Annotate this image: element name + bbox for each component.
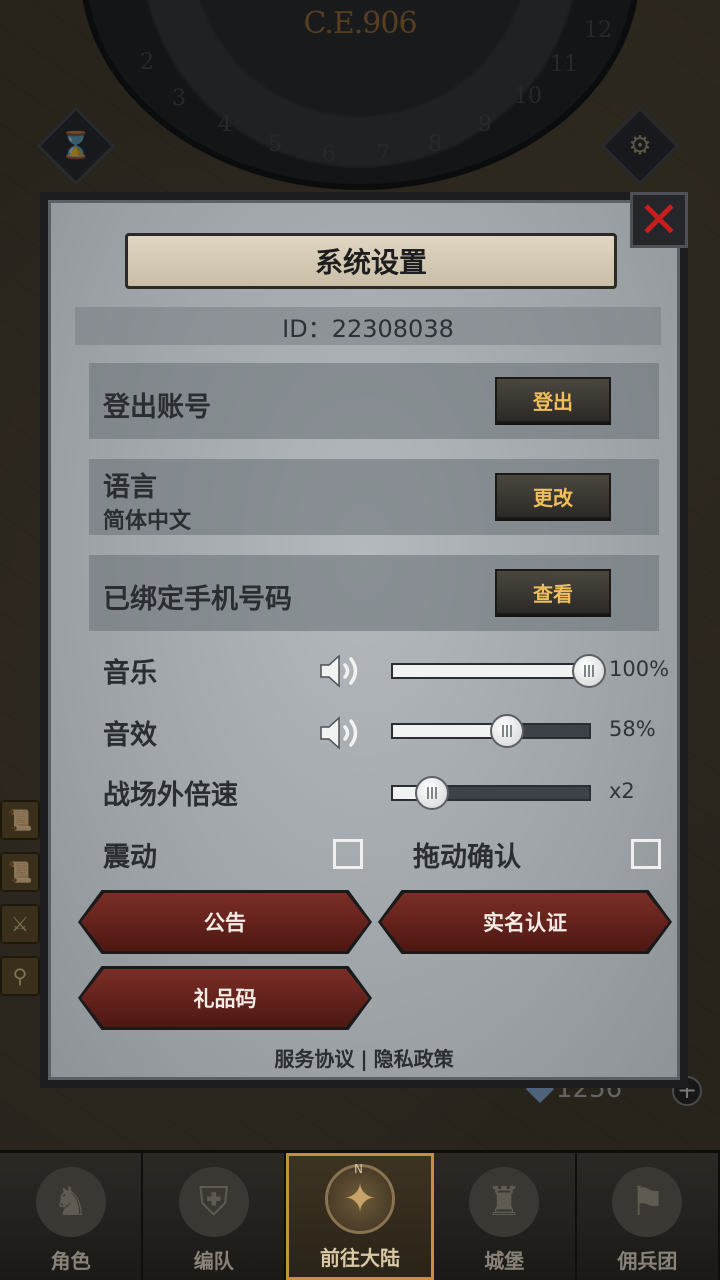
gift-code-button[interactable]: 礼品码 — [78, 966, 372, 1030]
mercenary-icon: ⚑ — [612, 1167, 683, 1237]
drag-confirm-label: 拖动确认 — [413, 842, 521, 873]
phone-label: 已绑定手机号码 — [103, 584, 292, 615]
music-slider[interactable] — [391, 654, 606, 688]
view-phone-button[interactable]: 查看 — [495, 569, 611, 615]
compass-north-label: N — [354, 1162, 363, 1176]
gift-code-label: 礼品码 — [193, 987, 257, 1011]
nav-item-mercenary[interactable]: ⚑ 佣兵团 — [577, 1153, 720, 1280]
bottom-navigation: ♞ 角色 ⛨ 编队 N ✦ 前往大陆 ♜ 城堡 ⚑ 佣兵团 — [0, 1150, 720, 1280]
sfx-value: 58% — [609, 717, 656, 741]
real-name-verify-label: 实名认证 — [483, 911, 567, 935]
music-slider-knob[interactable] — [572, 654, 606, 688]
speed-slider-knob[interactable] — [415, 776, 450, 810]
link-separator: | — [360, 1047, 368, 1071]
title-banner: 系统设置 — [125, 233, 617, 289]
knight-icon: ♞ — [35, 1167, 106, 1237]
dialog-title: 系统设置 — [314, 246, 427, 279]
privacy-policy-link[interactable]: 隐私政策 — [374, 1047, 454, 1071]
logout-row: 登出账号 登出 — [89, 363, 659, 439]
sfx-label: 音效 — [103, 720, 157, 751]
nav-item-character[interactable]: ♞ 角色 — [0, 1153, 144, 1280]
close-button[interactable]: ✕ — [630, 192, 688, 248]
logout-label: 登出账号 — [103, 392, 211, 423]
speaker-icon[interactable] — [317, 651, 365, 691]
settings-dialog: 系统设置 ID：22308038 登出账号 登出 语言 简体中文 更改 已绑定手… — [40, 192, 688, 1088]
music-label: 音乐 — [103, 658, 157, 689]
music-slider-fill — [393, 665, 589, 677]
change-language-button[interactable]: 更改 — [495, 473, 611, 519]
language-value: 简体中文 — [103, 509, 192, 534]
nav-label: 佣兵团 — [617, 1249, 678, 1273]
language-label: 语言 — [103, 472, 157, 503]
terms-of-service-link[interactable]: 服务协议 — [274, 1047, 354, 1071]
sfx-slider[interactable] — [391, 714, 591, 748]
speed-slider[interactable] — [391, 776, 591, 810]
nav-label: 角色 — [50, 1249, 91, 1273]
vibration-label: 震动 — [103, 842, 157, 873]
music-value: 100% — [609, 657, 670, 681]
nav-item-continent[interactable]: N ✦ 前往大陆 — [286, 1153, 434, 1280]
announcement-button[interactable]: 公告 — [78, 890, 372, 954]
legal-links: 服务协议 | 隐私政策 — [51, 1043, 677, 1072]
language-row: 语言 简体中文 更改 — [89, 459, 659, 535]
vibration-checkbox[interactable] — [333, 839, 363, 869]
nav-label: 城堡 — [484, 1249, 525, 1273]
phone-row: 已绑定手机号码 查看 — [89, 555, 659, 631]
speed-value: x2 — [609, 779, 635, 803]
nav-item-castle[interactable]: ♜ 城堡 — [434, 1153, 577, 1280]
sfx-slider-knob[interactable] — [489, 714, 524, 748]
nav-label: 编队 — [193, 1249, 234, 1273]
nav-item-formation[interactable]: ⛨ 编队 — [143, 1153, 287, 1280]
logout-button[interactable]: 登出 — [495, 377, 611, 423]
player-id-bar: ID：22308038 — [75, 307, 661, 345]
close-icon: ✕ — [638, 191, 680, 249]
real-name-verify-button[interactable]: 实名认证 — [378, 890, 672, 954]
settings-panel: 系统设置 ID：22308038 登出账号 登出 语言 简体中文 更改 已绑定手… — [48, 200, 680, 1080]
speaker-icon[interactable] — [317, 713, 365, 753]
announcement-label: 公告 — [204, 911, 246, 935]
nav-label: 前往大陆 — [320, 1246, 400, 1270]
helmet-icon: ⛨ — [178, 1167, 249, 1237]
castle-icon: ♜ — [469, 1167, 540, 1237]
drag-confirm-checkbox[interactable] — [631, 839, 661, 869]
player-id: ID：22308038 — [282, 314, 454, 343]
speed-label: 战场外倍速 — [103, 780, 238, 811]
